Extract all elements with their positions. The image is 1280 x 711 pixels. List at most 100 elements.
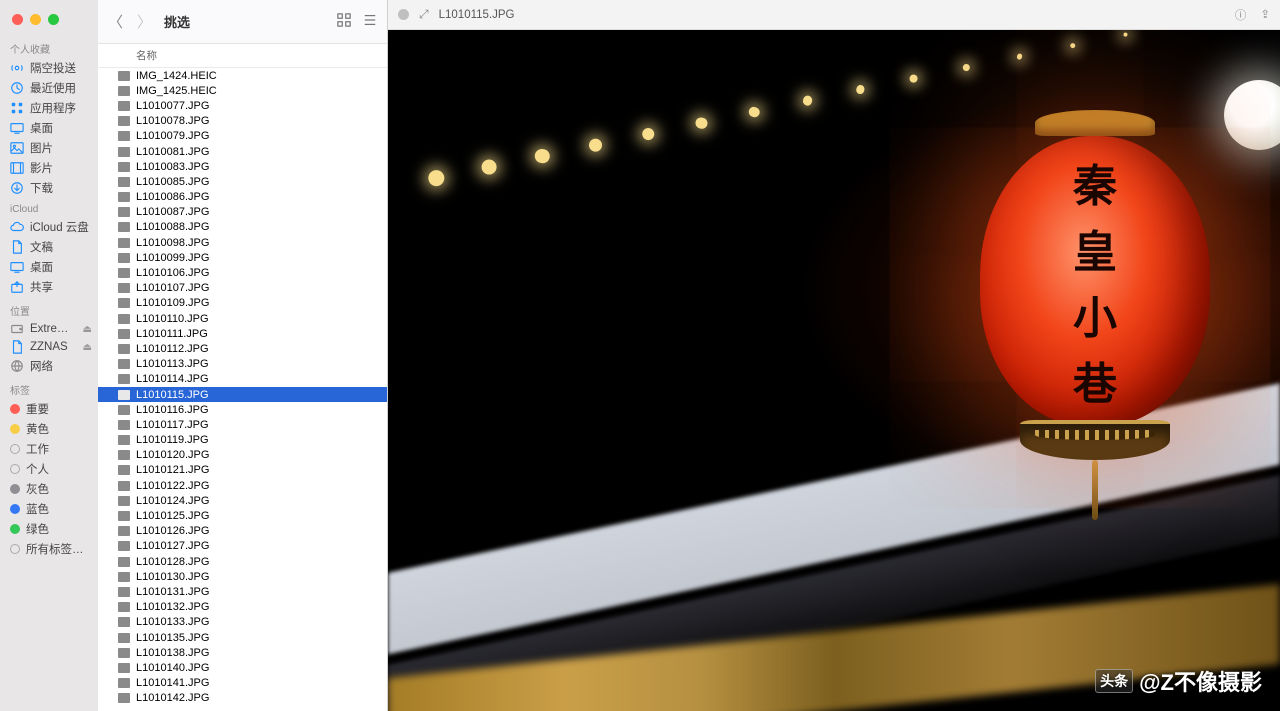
sidebar-item-fav-6[interactable]: 下载 [0, 178, 98, 198]
sidebar-item-fav-1[interactable]: 最近使用 [0, 78, 98, 98]
sidebar-item-label: 工作 [26, 441, 49, 457]
file-row[interactable]: L1010127.JPG [98, 539, 387, 554]
sidebar-item-icloud-3[interactable]: 共享 [0, 277, 98, 297]
preview-info-icon[interactable]: ⓘ [1235, 7, 1247, 23]
file-row[interactable]: L1010138.JPG [98, 645, 387, 660]
file-row[interactable]: L1010115.JPG [98, 387, 387, 402]
sidebar-item-label: 所有标签… [26, 541, 84, 557]
sidebar-item-tag-4[interactable]: 灰色 [0, 479, 98, 499]
file-row[interactable]: L1010133.JPG [98, 615, 387, 630]
file-thumbnail-icon [118, 693, 130, 703]
file-row[interactable]: L1010088.JPG [98, 220, 387, 235]
sidebar-item-tag-3[interactable]: 个人 [0, 459, 98, 479]
file-row[interactable]: L1010126.JPG [98, 524, 387, 539]
sidebar-item-fav-2[interactable]: 应用程序 [0, 98, 98, 118]
sidebar-item-tag-0[interactable]: 重要 [0, 399, 98, 419]
pictures-icon [10, 141, 24, 155]
file-thumbnail-icon [118, 192, 130, 202]
preview-share-icon[interactable]: ⇪ [1260, 7, 1270, 23]
file-row[interactable]: L1010107.JPG [98, 281, 387, 296]
cloud-icon [10, 220, 24, 234]
sidebar-item-loc-1[interactable]: ZZNAS⏏ [0, 338, 98, 356]
file-row[interactable]: L1010114.JPG [98, 372, 387, 387]
nav-back-button[interactable]: 〈 [108, 11, 123, 32]
view-grid-icon[interactable] [337, 13, 351, 30]
sidebar-item-label: 文稿 [30, 239, 53, 255]
file-row[interactable]: L1010122.JPG [98, 478, 387, 493]
file-row[interactable]: L1010128.JPG [98, 554, 387, 569]
file-name: L1010128.JPG [136, 556, 209, 568]
file-row[interactable]: L1010130.JPG [98, 569, 387, 584]
zoom-window-button[interactable] [48, 14, 59, 25]
file-row[interactable]: L1010132.JPG [98, 600, 387, 615]
sidebar-item-loc-2[interactable]: 网络 [0, 356, 98, 376]
file-thumbnail-icon [118, 101, 130, 111]
file-list[interactable]: IMG_1424.HEICIMG_1425.HEICL1010077.JPGL1… [98, 68, 387, 711]
sidebar-item-tag-5[interactable]: 蓝色 [0, 499, 98, 519]
sidebar-item-tag-1[interactable]: 黄色 [0, 419, 98, 439]
finder-sidebar: 个人收藏 隔空投送最近使用应用程序桌面图片影片下载 iCloud iCloud … [0, 0, 98, 711]
file-row[interactable]: L1010119.JPG [98, 433, 387, 448]
sidebar-item-icloud-2[interactable]: 桌面 [0, 257, 98, 277]
file-row[interactable]: L1010106.JPG [98, 265, 387, 280]
close-window-button[interactable] [12, 14, 23, 25]
file-row[interactable]: L1010078.JPG [98, 114, 387, 129]
file-row[interactable]: L1010083.JPG [98, 159, 387, 174]
file-thumbnail-icon [118, 283, 130, 293]
file-name: IMG_1425.HEIC [136, 85, 217, 97]
file-row[interactable]: L1010081.JPG [98, 144, 387, 159]
sidebar-item-tag-7[interactable]: 所有标签… [0, 539, 98, 559]
sidebar-item-icloud-0[interactable]: iCloud 云盘 [0, 217, 98, 237]
file-row[interactable]: L1010086.JPG [98, 190, 387, 205]
file-row[interactable]: L1010131.JPG [98, 584, 387, 599]
file-row[interactable]: L1010124.JPG [98, 493, 387, 508]
eject-icon[interactable]: ⏏ [83, 342, 92, 353]
file-row[interactable]: L1010110.JPG [98, 311, 387, 326]
file-row[interactable]: L1010135.JPG [98, 630, 387, 645]
ceiling-light-dot [480, 158, 498, 176]
file-row[interactable]: L1010085.JPG [98, 174, 387, 189]
sidebar-item-fav-5[interactable]: 影片 [0, 158, 98, 178]
eject-icon[interactable]: ⏏ [83, 324, 92, 335]
file-row[interactable]: IMG_1424.HEIC [98, 68, 387, 83]
nav-forward-button[interactable]: 〉 [137, 11, 152, 32]
file-row[interactable]: L1010142.JPG [98, 691, 387, 706]
file-row[interactable]: L1010121.JPG [98, 463, 387, 478]
clock-icon [10, 81, 24, 95]
sidebar-header-tags: 标签 [0, 376, 98, 399]
file-row[interactable]: L1010111.JPG [98, 326, 387, 341]
file-row[interactable]: IMG_1425.HEIC [98, 83, 387, 98]
file-thumbnail-icon [118, 390, 130, 400]
view-list-icon[interactable] [363, 13, 377, 30]
file-row[interactable]: L1010117.JPG [98, 417, 387, 432]
file-row[interactable]: L1010109.JPG [98, 296, 387, 311]
file-row[interactable]: L1010087.JPG [98, 205, 387, 220]
file-thumbnail-icon [118, 71, 130, 81]
sidebar-item-tag-2[interactable]: 工作 [0, 439, 98, 459]
preview-close-button[interactable] [398, 9, 409, 20]
sidebar-item-fav-4[interactable]: 图片 [0, 138, 98, 158]
file-name: L1010126.JPG [136, 525, 209, 537]
minimize-window-button[interactable] [30, 14, 41, 25]
file-row[interactable]: L1010098.JPG [98, 235, 387, 250]
column-header-name[interactable]: 名称 [98, 44, 387, 68]
file-row[interactable]: L1010116.JPG [98, 402, 387, 417]
file-row[interactable]: L1010125.JPG [98, 508, 387, 523]
file-thumbnail-icon [118, 420, 130, 430]
file-row[interactable]: L1010120.JPG [98, 448, 387, 463]
sidebar-item-fav-0[interactable]: 隔空投送 [0, 58, 98, 78]
sidebar-item-icloud-1[interactable]: 文稿 [0, 237, 98, 257]
sidebar-item-loc-0[interactable]: Extre…⏏ [0, 320, 98, 338]
sidebar-item-fav-3[interactable]: 桌面 [0, 118, 98, 138]
file-row[interactable]: L1010079.JPG [98, 129, 387, 144]
preview-restore-icon[interactable]: ⤢ [419, 7, 429, 22]
file-name: L1010111.JPG [136, 328, 208, 340]
file-row[interactable]: L1010099.JPG [98, 250, 387, 265]
file-row[interactable]: L1010113.JPG [98, 357, 387, 372]
file-row[interactable]: L1010140.JPG [98, 660, 387, 675]
file-row[interactable]: L1010141.JPG [98, 676, 387, 691]
file-thumbnail-icon [118, 344, 130, 354]
file-row[interactable]: L1010077.JPG [98, 98, 387, 113]
sidebar-item-tag-6[interactable]: 绿色 [0, 519, 98, 539]
file-row[interactable]: L1010112.JPG [98, 341, 387, 356]
